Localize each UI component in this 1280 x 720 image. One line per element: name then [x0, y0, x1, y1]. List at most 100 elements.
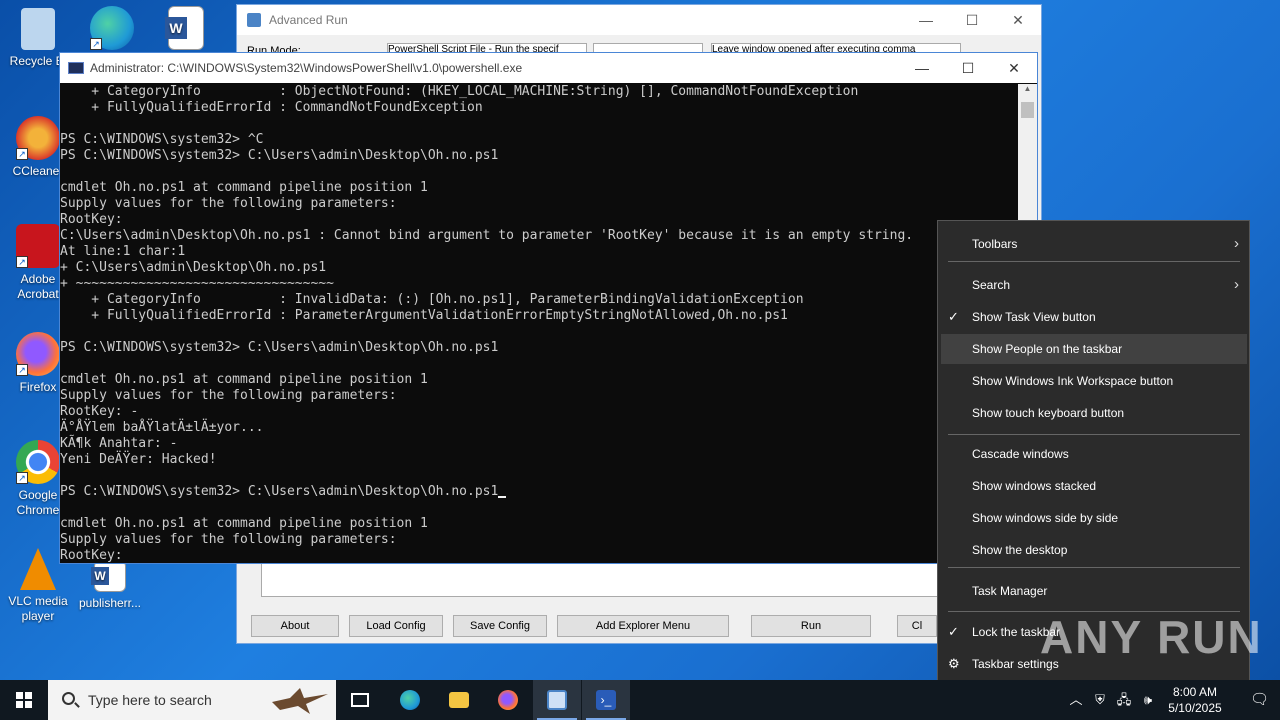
desktop-icon-word[interactable]: W	[148, 6, 224, 54]
menu-item-task-manager[interactable]: Task Manager	[938, 576, 1249, 606]
taskbar-search-box[interactable]: Type here to search	[48, 680, 336, 720]
menu-item-label: Toolbars	[972, 237, 1018, 251]
menu-item-label: Show touch keyboard button	[972, 406, 1125, 420]
menu-item-show-the-desktop[interactable]: Show the desktop	[938, 535, 1249, 565]
recycle-bin-icon	[21, 8, 55, 50]
powershell-window[interactable]: Administrator: C:\WINDOWS\System32\Windo…	[59, 52, 1038, 564]
network-icon[interactable]: 🖧	[1116, 692, 1132, 708]
console-cursor	[498, 496, 507, 498]
menu-item-label: Search	[972, 278, 1011, 292]
menu-item-show-windows-stacked[interactable]: Show windows stacked	[938, 471, 1249, 501]
taskbar-clock[interactable]: 8:00 AM 5/10/2025	[1160, 684, 1230, 716]
shortcut-arrow-icon: ↗	[90, 38, 102, 50]
console-line: RootKey:	[60, 212, 123, 227]
advanced-run-titlebar[interactable]: Advanced Run — ☐ ✕	[237, 5, 1041, 35]
notifications-icon[interactable]: 🗨	[1250, 692, 1269, 708]
menu-item-show-task-view-button[interactable]: ✓ Show Task View button	[938, 302, 1249, 332]
taskbar-powershell[interactable]: ›_	[582, 680, 630, 720]
console-line: PS C:\WINDOWS\system32> C:\Users\admin\D…	[60, 484, 1018, 500]
menu-item-label: Show People on the taskbar	[972, 342, 1123, 356]
powershell-titlebar[interactable]: Administrator: C:\WINDOWS\System32\Windo…	[60, 53, 1037, 83]
menu-item-search[interactable]: Search ›	[938, 270, 1249, 300]
desktop-icon-publisher[interactable]: W publisherr...	[72, 560, 148, 611]
menu-item-label: Show Windows Ink Workspace button	[972, 374, 1174, 388]
powershell-icon	[68, 62, 84, 74]
taskbar-advanced-run[interactable]	[533, 680, 581, 720]
menu-item-label: Show the desktop	[972, 543, 1068, 557]
add-explorer-menu-button[interactable]: Add Explorer Menu	[557, 615, 729, 637]
console-line: + ~~~~~~~~~~~~~~~~~~~~~~~~~~~~~~~~~	[60, 276, 334, 291]
scroll-thumb[interactable]	[1021, 102, 1034, 118]
console-line: + CategoryInfo : ObjectNotFound: (HKEY_L…	[60, 84, 859, 99]
desktop-icon-edge[interactable]: ↗	[74, 6, 150, 54]
console-line: + FullyQualifiedErrorId : ParameterArgum…	[60, 308, 788, 323]
console-line: PS C:\WINDOWS\system32> C:\Users\admin\D…	[60, 148, 499, 163]
console-line: PS C:\WINDOWS\system32> C:\Users\admin\D…	[60, 340, 499, 355]
edge-icon	[400, 690, 420, 710]
start-button[interactable]	[0, 680, 48, 720]
shortcut-arrow-icon: ↗	[16, 364, 28, 376]
gear-icon: ⚙	[948, 656, 960, 671]
console-line: PS C:\WINDOWS\system32> ^C	[60, 132, 264, 147]
submenu-chevron-icon: ›	[1234, 235, 1239, 252]
about-button[interactable]: About	[251, 615, 339, 637]
menu-item-label: Show Task View button	[972, 310, 1096, 324]
close-button[interactable]: ✕	[995, 12, 1041, 29]
anyrun-watermark: ANY RUN	[1040, 611, 1263, 663]
close-config-button[interactable]: Cl	[897, 615, 937, 637]
close-button[interactable]: ✕	[991, 60, 1037, 77]
maximize-button[interactable]: ☐	[949, 12, 995, 29]
menu-item-cascade-windows[interactable]: Cascade windows	[938, 439, 1249, 469]
menu-item-show-windows-side-by-side[interactable]: Show windows side by side	[938, 503, 1249, 533]
menu-item-label: Show windows stacked	[972, 479, 1097, 493]
save-config-button[interactable]: Save Config	[453, 615, 547, 637]
scroll-up-icon[interactable]: ▲	[1018, 84, 1037, 100]
minimize-button[interactable]: —	[903, 12, 949, 29]
defender-icon[interactable]: ⛨	[1092, 692, 1108, 708]
desktop-icon-label: VLC media player	[8, 594, 68, 623]
menu-item-show-touch-keyboard-button[interactable]: Show touch keyboard button	[938, 398, 1249, 428]
advanced-run-icon	[547, 690, 567, 710]
console-output[interactable]: + CategoryInfo : ObjectNotFound: (HKEY_L…	[60, 84, 1018, 564]
system-tray: ︿ ⛨ 🖧 🕪 8:00 AM 5/10/2025 🗨	[1060, 680, 1280, 720]
show-hidden-icons-chevron-icon[interactable]: ︿	[1068, 692, 1084, 708]
console-line: cmdlet Oh.no.ps1 at command pipeline pos…	[60, 516, 428, 531]
console-line: C:\Users\admin\Desktop\Oh.no.ps1 : Canno…	[60, 228, 914, 243]
taskbar: Type here to search ›_ ︿ ⛨ 🖧 🕪 8:00 AM 5…	[0, 680, 1280, 720]
taskbar-firefox[interactable]	[484, 680, 532, 720]
console-line: RootKey: -	[60, 404, 139, 419]
taskbar-file-explorer[interactable]	[435, 680, 483, 720]
powershell-icon: ›_	[596, 690, 616, 710]
load-config-button[interactable]: Load Config	[349, 615, 443, 637]
volume-icon[interactable]: 🕪	[1140, 692, 1156, 708]
menu-item-toolbars[interactable]: Toolbars ›	[938, 229, 1249, 259]
checkmark-icon: ✓	[948, 309, 959, 324]
word-icon: W	[165, 6, 204, 50]
run-button[interactable]: Run	[751, 615, 871, 637]
search-placeholder: Type here to search	[88, 692, 212, 708]
console-line: + FullyQualifiedErrorId : CommandNotFoun…	[60, 100, 483, 115]
clock-date: 5/10/2025	[1168, 701, 1222, 715]
menu-separator	[948, 434, 1240, 435]
word-doc-icon: W	[91, 560, 126, 592]
menu-item-label: Show windows side by side	[972, 511, 1119, 525]
task-view-button[interactable]	[336, 680, 384, 720]
minimize-button[interactable]: —	[899, 60, 945, 77]
console-line: At line:1 char:1	[60, 244, 186, 259]
taskbar-edge[interactable]	[386, 680, 434, 720]
vlc-icon	[20, 548, 56, 590]
maximize-button[interactable]: ☐	[945, 60, 991, 77]
menu-item-show-people-on-the-taskbar[interactable]: Show People on the taskbar	[941, 334, 1247, 364]
menu-item-show-windows-ink-workspace-button[interactable]: Show Windows Ink Workspace button	[938, 366, 1249, 396]
edge-icon: ↗	[90, 6, 134, 50]
acrobat-icon: ↗	[16, 224, 60, 268]
search-highlight-bird-icon	[272, 688, 328, 714]
console-line: RootKey:	[60, 548, 123, 563]
submenu-chevron-icon: ›	[1234, 276, 1239, 293]
